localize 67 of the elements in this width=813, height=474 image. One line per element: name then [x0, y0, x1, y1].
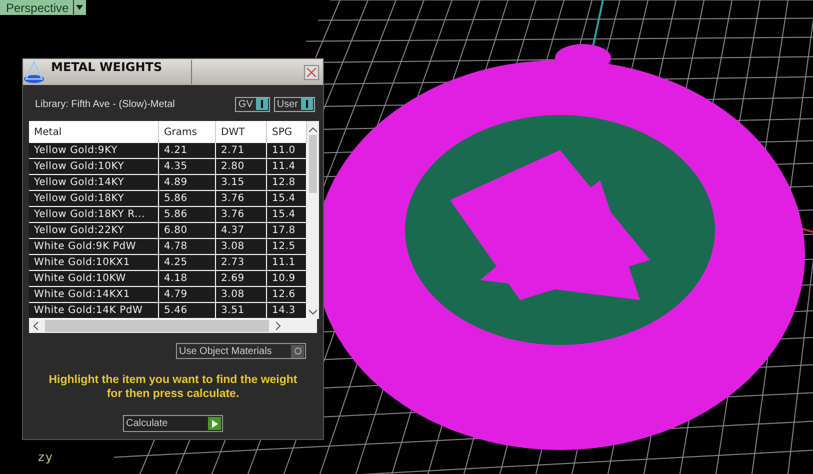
- close-button[interactable]: [304, 64, 319, 80]
- table-cell[interactable]: 15.4: [267, 207, 307, 223]
- table-cell[interactable]: Yellow Gold:10KY: [29, 159, 159, 175]
- table-cell[interactable]: 2.73: [216, 255, 267, 271]
- toggle-button[interactable]: GV: [235, 96, 270, 112]
- table-cell[interactable]: Yellow Gold:14KY: [29, 175, 159, 191]
- scrollbar-thumb[interactable]: [45, 320, 269, 332]
- table-cell[interactable]: Yellow Gold:18KY: [29, 191, 159, 207]
- play-icon: [212, 420, 218, 428]
- circle-icon: [294, 347, 302, 355]
- table-cell[interactable]: 5.86: [159, 207, 216, 223]
- table-cell[interactable]: Yellow Gold:9KY: [29, 143, 159, 159]
- table-cell[interactable]: 5.86: [159, 191, 216, 207]
- table-cell[interactable]: 4.89: [159, 175, 216, 191]
- vertical-scrollbar[interactable]: [307, 121, 319, 319]
- table-cell[interactable]: 4.37: [216, 223, 267, 239]
- table-cell[interactable]: 4.35: [159, 159, 216, 175]
- table-cell[interactable]: White Gold:9K PdW: [29, 239, 159, 255]
- instruction-text: Highlight the item you want to find the weight for then press calculate.: [48, 373, 298, 401]
- table-cell[interactable]: 15.4: [267, 191, 307, 207]
- table-cell[interactable]: 10.9: [267, 271, 307, 287]
- bar-icon: [260, 100, 263, 108]
- dropdown-button[interactable]: [72, 0, 86, 15]
- calculate-button[interactable]: Calculate: [123, 415, 223, 432]
- table-cell[interactable]: 4.21: [159, 143, 216, 159]
- toggle-button[interactable]: User: [274, 96, 315, 112]
- table-cell[interactable]: 6.80: [159, 223, 216, 239]
- viewport-menu[interactable]: Perspective: [0, 0, 86, 15]
- table-cell[interactable]: 17.8: [267, 223, 307, 239]
- table-cell[interactable]: 11.4: [267, 159, 307, 175]
- table-cell[interactable]: 12.6: [267, 287, 307, 303]
- axis-label: y: [45, 450, 52, 464]
- table-cell[interactable]: 4.79: [159, 287, 216, 303]
- table-cell[interactable]: 2.80: [216, 159, 267, 175]
- table-cell[interactable]: 14.3: [267, 303, 307, 319]
- table-cell[interactable]: 11.0: [267, 143, 307, 159]
- table-cell[interactable]: Yellow Gold:18KY R...: [29, 207, 159, 223]
- use-object-materials-button[interactable]: Use Object Materials: [176, 343, 306, 359]
- table-cell[interactable]: 3.51: [216, 303, 267, 319]
- panel-title: METAL WEIGHTS: [45, 60, 192, 84]
- table-cell[interactable]: 2.71: [216, 143, 267, 159]
- close-icon: [307, 68, 316, 76]
- table-cell[interactable]: White Gold:10KW: [29, 271, 159, 287]
- caret-icon: [76, 5, 84, 10]
- table-cell[interactable]: 4.25: [159, 255, 216, 271]
- table-cell[interactable]: 5.46: [159, 303, 216, 319]
- table-cell[interactable]: Yellow Gold:22KY: [29, 223, 159, 239]
- view-label: Perspective: [5, 0, 70, 14]
- scrollbar-thumb[interactable]: [309, 135, 317, 193]
- table-cell[interactable]: 2.69: [216, 271, 267, 287]
- table-cell[interactable]: 3.08: [216, 239, 267, 255]
- table-cell[interactable]: 12.8: [267, 175, 307, 191]
- table-cell[interactable]: 4.78: [159, 239, 216, 255]
- table-cell[interactable]: 4.18: [159, 271, 216, 287]
- table-cell[interactable]: 3.76: [216, 191, 267, 207]
- table-cell[interactable]: 3.76: [216, 207, 267, 223]
- table-cell[interactable]: White Gold:14KX1: [29, 287, 159, 303]
- table-cell[interactable]: 11.1: [267, 255, 307, 271]
- cone-icon: [23, 60, 45, 84]
- table-cell[interactable]: 12.5: [267, 239, 307, 255]
- table-cell[interactable]: White Gold:10KX1: [29, 255, 159, 271]
- table-cell[interactable]: 3.15: [216, 175, 267, 191]
- horizontal-scrollbar[interactable]: [29, 319, 317, 333]
- library-label: Library: Fifth Ave - (Slow)-Metal: [35, 98, 175, 110]
- table-cell[interactable]: White Gold:14K PdW: [29, 303, 159, 319]
- table-cell[interactable]: 3.08: [216, 287, 267, 303]
- axis-label: z: [38, 450, 44, 464]
